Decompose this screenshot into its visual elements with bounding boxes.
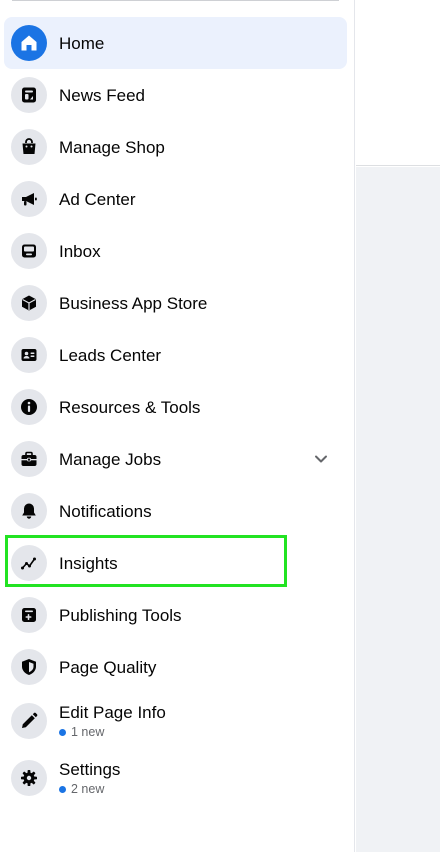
sidebar-item-home[interactable]: Home	[4, 17, 347, 69]
sidebar-item-label: News Feed	[59, 85, 145, 105]
sidebar-item-label: Publishing Tools	[59, 605, 182, 625]
sidebar-item-insights[interactable]: Insights	[4, 537, 347, 589]
sidebar-item-label: Edit Page Info	[59, 703, 166, 722]
shopping-bag-icon	[11, 129, 47, 165]
insights-chart-icon	[11, 545, 47, 581]
bell-icon	[11, 493, 47, 529]
sidebar-item-manage-jobs[interactable]: Manage Jobs	[4, 433, 347, 485]
sidebar-item-resources-tools[interactable]: Resources & Tools	[4, 381, 347, 433]
sidebar-item-label: Leads Center	[59, 345, 162, 365]
sidebar-item-label: Business App Store	[59, 293, 208, 313]
new-count: 2 new	[71, 782, 105, 796]
sidebar-item-inbox[interactable]: Inbox	[4, 225, 347, 277]
sidebar-item-page-quality[interactable]: Page Quality	[4, 641, 347, 693]
pencil-icon	[11, 703, 47, 739]
new-count: 1 new	[71, 725, 105, 739]
cube-icon	[11, 285, 47, 321]
shield-icon	[11, 649, 47, 685]
sidebar-item-label: Insights	[59, 553, 118, 573]
contact-card-icon	[11, 337, 47, 373]
news-feed-icon	[11, 77, 47, 113]
sidebar-item-edit-page-info[interactable]: Edit Page Info 1 new	[4, 693, 347, 749]
sidebar-item-business-app-store[interactable]: Business App Store	[4, 277, 347, 329]
sidebar-item-label: Inbox	[59, 241, 101, 261]
sidebar-item-label: Page Quality	[59, 657, 157, 677]
sidebar-item-label: Settings	[59, 760, 121, 779]
sidebar-item-label: Manage Jobs	[59, 449, 162, 469]
sidebar-item-settings[interactable]: Settings 2 new	[4, 750, 347, 806]
megaphone-icon	[11, 181, 47, 217]
sidebar-item-manage-shop[interactable]: Manage Shop	[4, 121, 347, 173]
sidebar: Home News Feed Manage Shop Ad Center Inb…	[0, 0, 355, 852]
sidebar-item-leads-center[interactable]: Leads Center	[4, 329, 347, 381]
content-area	[356, 167, 440, 852]
sidebar-item-label: Manage Shop	[59, 137, 165, 157]
sidebar-item-news-feed[interactable]: News Feed	[4, 69, 347, 121]
badge-dot	[59, 785, 66, 793]
sidebar-item-ad-center[interactable]: Ad Center	[4, 173, 347, 225]
publishing-tools-icon	[11, 597, 47, 633]
briefcase-icon	[11, 441, 47, 477]
sidebar-item-label: Ad Center	[59, 189, 136, 209]
info-icon	[11, 389, 47, 425]
content-header-area	[356, 0, 440, 166]
new-badge: 1 new	[59, 724, 166, 740]
sidebar-item-label: Home	[59, 33, 105, 53]
sidebar-item-label: Notifications	[59, 501, 152, 521]
inbox-icon	[11, 233, 47, 269]
chevron-down-icon[interactable]	[313, 451, 329, 467]
top-divider	[12, 0, 339, 1]
sidebar-item-notifications[interactable]: Notifications	[4, 485, 347, 537]
new-badge: 2 new	[59, 781, 120, 797]
badge-dot	[59, 728, 66, 736]
home-icon	[11, 25, 47, 61]
gear-icon	[11, 760, 47, 796]
sidebar-item-publishing-tools[interactable]: Publishing Tools	[4, 589, 347, 641]
sidebar-item-label: Resources & Tools	[59, 397, 201, 417]
